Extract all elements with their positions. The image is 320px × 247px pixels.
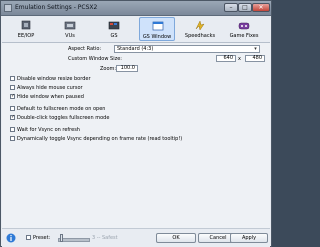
zoom-input[interactable]: 100.0 xyxy=(116,65,138,72)
tab-speedhacks[interactable]: Speedhacks xyxy=(182,17,218,41)
cpu-chip-icon xyxy=(21,20,31,30)
checkbox-label: Wait for Vsync on refresh xyxy=(17,127,80,133)
preset-checkbox[interactable] xyxy=(26,235,31,240)
checkbox-label: Default to fullscreen mode on open xyxy=(17,106,106,112)
size-separator: x xyxy=(238,56,241,62)
tab-label: GS Window xyxy=(142,34,172,40)
window-width-input[interactable]: 640 xyxy=(216,55,236,62)
settings-tab-bar: EE/IOP VUs GS GS Window Speedhacks Game … xyxy=(2,16,270,43)
minimize-button[interactable]: – xyxy=(224,3,238,12)
tab-label: GS xyxy=(110,33,118,39)
checkbox-label: Disable window resize border xyxy=(17,76,91,82)
gs-graphics-icon xyxy=(108,21,120,30)
app-icon xyxy=(4,4,12,12)
tab-game-fixes[interactable]: Game Fixes xyxy=(226,17,262,41)
preset-slider-thumb[interactable] xyxy=(60,234,63,242)
window-title: Emulation Settings - PCSX2 xyxy=(15,4,98,11)
checkbox-label: Always hide mouse cursor xyxy=(17,85,83,91)
close-button[interactable]: ✕ xyxy=(252,3,270,12)
checkbox-dynamic-vsync[interactable] xyxy=(10,136,15,141)
checkbox-disable-resize-border[interactable] xyxy=(10,76,15,81)
maximize-button[interactable]: □ xyxy=(238,3,252,12)
apply-button[interactable]: Apply xyxy=(230,233,268,243)
checkbox-label: Hide window when paused xyxy=(17,94,84,100)
checkbox-label: Double-click toggles fullscreen mode xyxy=(17,115,110,121)
title-bar[interactable]: Emulation Settings - PCSX2 – □ ✕ xyxy=(1,1,271,16)
gs-window-panel: Aspect Ratio: Standard (4:3) ▾ Custom Wi… xyxy=(2,43,270,228)
checkbox-wait-for-vsync[interactable] xyxy=(10,127,15,132)
vu-units-icon xyxy=(64,21,76,30)
chevron-down-icon: ▾ xyxy=(254,46,257,52)
tab-gs[interactable]: GS xyxy=(96,17,132,41)
custom-window-size-label: Custom Window Size: xyxy=(68,56,122,62)
preset-label: Preset: xyxy=(33,235,51,241)
checkbox-double-click-fullscreen[interactable] xyxy=(10,114,15,120)
tab-gs-window[interactable]: GS Window xyxy=(139,17,175,41)
speedhacks-icon xyxy=(195,20,205,31)
tab-ee-iop[interactable]: EE/IOP xyxy=(8,17,44,41)
tab-label: VUs xyxy=(65,33,75,39)
ok-button[interactable]: OK xyxy=(156,233,196,243)
aspect-ratio-label: Aspect Ratio: xyxy=(68,46,102,52)
aspect-ratio-select[interactable]: Standard (4:3) ▾ xyxy=(114,45,260,53)
tab-label: Speedhacks xyxy=(184,33,216,39)
game-fixes-icon xyxy=(238,22,250,30)
tab-label: EE/IOP xyxy=(17,33,35,39)
window-height-input[interactable]: 480 xyxy=(245,55,265,62)
checkbox-default-fullscreen[interactable] xyxy=(10,106,15,111)
dialog-footer: Preset: 3 -- Safest OK Cancel Apply xyxy=(2,228,270,247)
tab-label: Game Fixes xyxy=(229,33,259,39)
checkbox-label: Dynamically toggle Vsync depending on fr… xyxy=(17,136,183,142)
info-icon xyxy=(6,233,16,243)
aspect-ratio-value: Standard (4:3) xyxy=(117,46,154,52)
checkbox-hide-window-when-paused[interactable] xyxy=(10,93,15,99)
checkbox-always-hide-cursor[interactable] xyxy=(10,85,15,90)
preset-slider-text: 3 -- Safest xyxy=(92,235,118,241)
emulation-settings-window: Emulation Settings - PCSX2 – □ ✕ EE/IOP … xyxy=(0,0,272,247)
zoom-label: Zoom: xyxy=(100,66,117,72)
gs-window-icon xyxy=(152,21,164,31)
tab-vus[interactable]: VUs xyxy=(52,17,88,41)
